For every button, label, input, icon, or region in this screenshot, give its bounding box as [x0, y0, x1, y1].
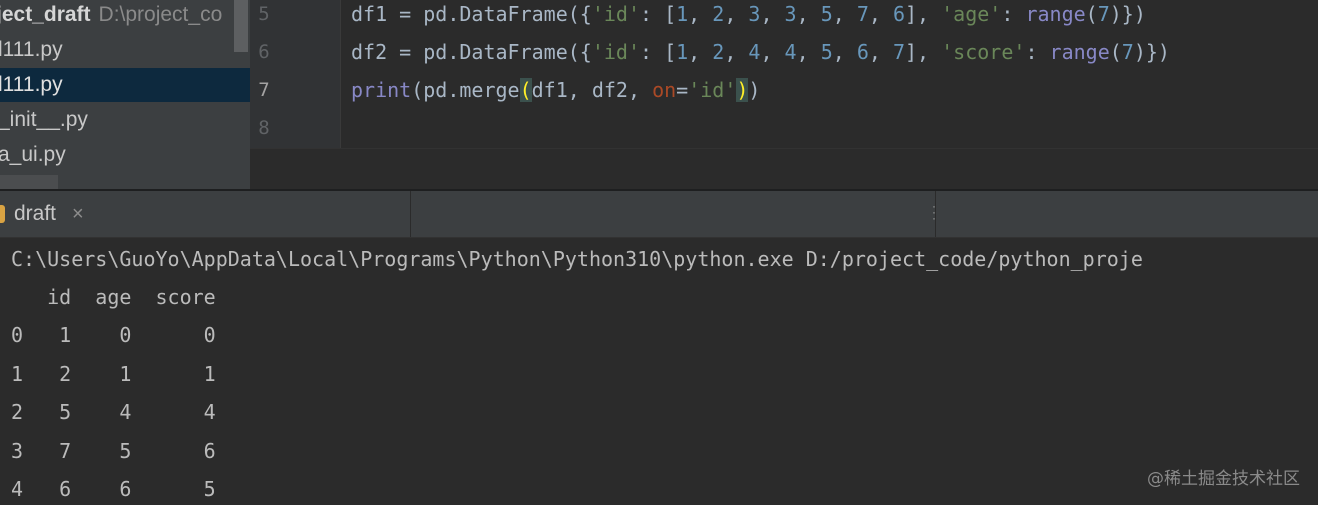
- code-token: ,: [796, 40, 821, 64]
- code-token: ,: [688, 40, 713, 64]
- tree-item-init-file[interactable]: _init__.py: [0, 103, 250, 137]
- code-token: range: [1025, 2, 1086, 26]
- code-token: ,: [760, 2, 785, 26]
- run-tab-label: draft: [14, 202, 57, 225]
- console-table-row: 4 6 6 5: [11, 477, 216, 501]
- code-token: 'id': [591, 40, 640, 64]
- project-path: D:\project_co: [98, 3, 223, 26]
- code-token: )}): [1133, 40, 1170, 64]
- code-token: =: [676, 78, 689, 102]
- line-number-gutter: 5 6 7 8: [250, 0, 341, 148]
- code-token: on: [652, 78, 677, 102]
- code-token: 3: [784, 2, 797, 26]
- console-table-row: 2 5 4 4: [11, 400, 216, 424]
- code-token: ,: [724, 2, 749, 26]
- code-token: 6: [856, 40, 869, 64]
- code-token: 1: [676, 2, 689, 26]
- run-tab-draft[interactable]: draft ×: [0, 191, 411, 237]
- code-token: 3: [748, 2, 761, 26]
- code-token: (pd.merge: [411, 78, 520, 102]
- console-table-row: 0 1 0 0: [11, 323, 216, 347]
- tree-item-selected-file[interactable]: l111.py: [0, 68, 250, 102]
- code-token: 5: [820, 2, 833, 26]
- code-token: range: [1049, 40, 1110, 64]
- code-token: 4: [748, 40, 761, 64]
- code-token: 7: [892, 40, 906, 64]
- code-token: )}): [1109, 2, 1146, 26]
- code-token: df2 = pd.DataFrame({: [351, 40, 592, 64]
- run-console-output[interactable]: C:\Users\GuoYo\AppData\Local\Programs\Py…: [0, 238, 1318, 505]
- code-line[interactable]: df1 = pd.DataFrame({'id': [1, 2, 3, 3, 5…: [351, 0, 1146, 33]
- code-token: (: [1085, 2, 1098, 26]
- python-run-icon: [0, 205, 5, 223]
- partial-tree-item[interactable]: [0, 175, 58, 190]
- project-scrollbar-thumb[interactable]: [234, 0, 248, 52]
- code-token: 6: [892, 2, 906, 26]
- more-options-icon[interactable]: · · ·: [932, 200, 936, 224]
- code-token: (: [519, 78, 532, 102]
- code-token: (: [1109, 40, 1122, 64]
- console-table-header: id age score: [11, 285, 216, 309]
- code-token: : [: [640, 2, 677, 26]
- console-table-row: 1 2 1 1: [11, 362, 216, 386]
- code-token: 7: [856, 2, 869, 26]
- code-token: ): [748, 78, 761, 102]
- code-editor[interactable]: df1 = pd.DataFrame({'id': [1, 2, 3, 3, 5…: [341, 0, 1318, 148]
- project-panel: ject_draft D:\project_co l111.py l111.py …: [0, 0, 250, 190]
- code-token: df1, df2,: [531, 78, 653, 102]
- code-token: : [: [640, 40, 677, 64]
- run-tool-window-tabbar: draft × · · ·: [0, 191, 1318, 238]
- code-token: 'id': [688, 78, 737, 102]
- code-token: 4: [784, 40, 797, 64]
- code-token: ,: [868, 2, 893, 26]
- code-token: :: [1025, 40, 1050, 64]
- code-token: :: [1001, 2, 1026, 26]
- code-token: 2: [712, 40, 725, 64]
- code-token: 1: [676, 40, 689, 64]
- console-command-line: C:\Users\GuoYo\AppData\Local\Programs\Py…: [11, 247, 1143, 271]
- code-token: 'score': [941, 40, 1026, 64]
- code-token: ,: [796, 2, 821, 26]
- code-token: ,: [760, 40, 785, 64]
- code-token: 2: [712, 2, 725, 26]
- code-token: ): [736, 78, 749, 102]
- line-number: 6: [258, 41, 270, 63]
- line-number-current: 7: [258, 79, 270, 101]
- code-token: print: [351, 78, 412, 102]
- code-token: df1 = pd.DataFrame({: [351, 2, 592, 26]
- watermark: @稀土掘金技术社区: [1147, 469, 1300, 489]
- console-table-row: 3 7 5 6: [11, 439, 216, 463]
- line-number: 8: [258, 117, 270, 139]
- code-line-current[interactable]: print(pd.merge(df1, df2, on='id')): [351, 71, 760, 109]
- code-token: 7: [1121, 40, 1134, 64]
- code-token: 'age': [941, 2, 1002, 26]
- tree-item-ui-file[interactable]: a_ui.py: [0, 138, 250, 172]
- project-header[interactable]: ject_draft D:\project_co: [0, 0, 222, 30]
- editor-empty-area[interactable]: [250, 148, 1318, 191]
- top-area: ject_draft D:\project_co l111.py l111.py …: [0, 0, 1318, 191]
- close-icon[interactable]: ×: [72, 191, 84, 237]
- code-token: ],: [905, 40, 942, 64]
- tree-item-file[interactable]: l111.py: [0, 33, 250, 67]
- code-token: ,: [688, 2, 713, 26]
- code-token: 7: [1097, 2, 1110, 26]
- code-token: ,: [832, 40, 857, 64]
- code-token: 5: [820, 40, 833, 64]
- code-line[interactable]: df2 = pd.DataFrame({'id': [1, 2, 4, 4, 5…: [351, 33, 1170, 71]
- code-token: ,: [868, 40, 893, 64]
- code-token: ],: [905, 2, 942, 26]
- code-token: ,: [832, 2, 857, 26]
- line-number: 5: [258, 3, 270, 25]
- code-token: 'id': [591, 2, 640, 26]
- project-name: ject_draft: [0, 3, 91, 26]
- code-token: ,: [724, 40, 749, 64]
